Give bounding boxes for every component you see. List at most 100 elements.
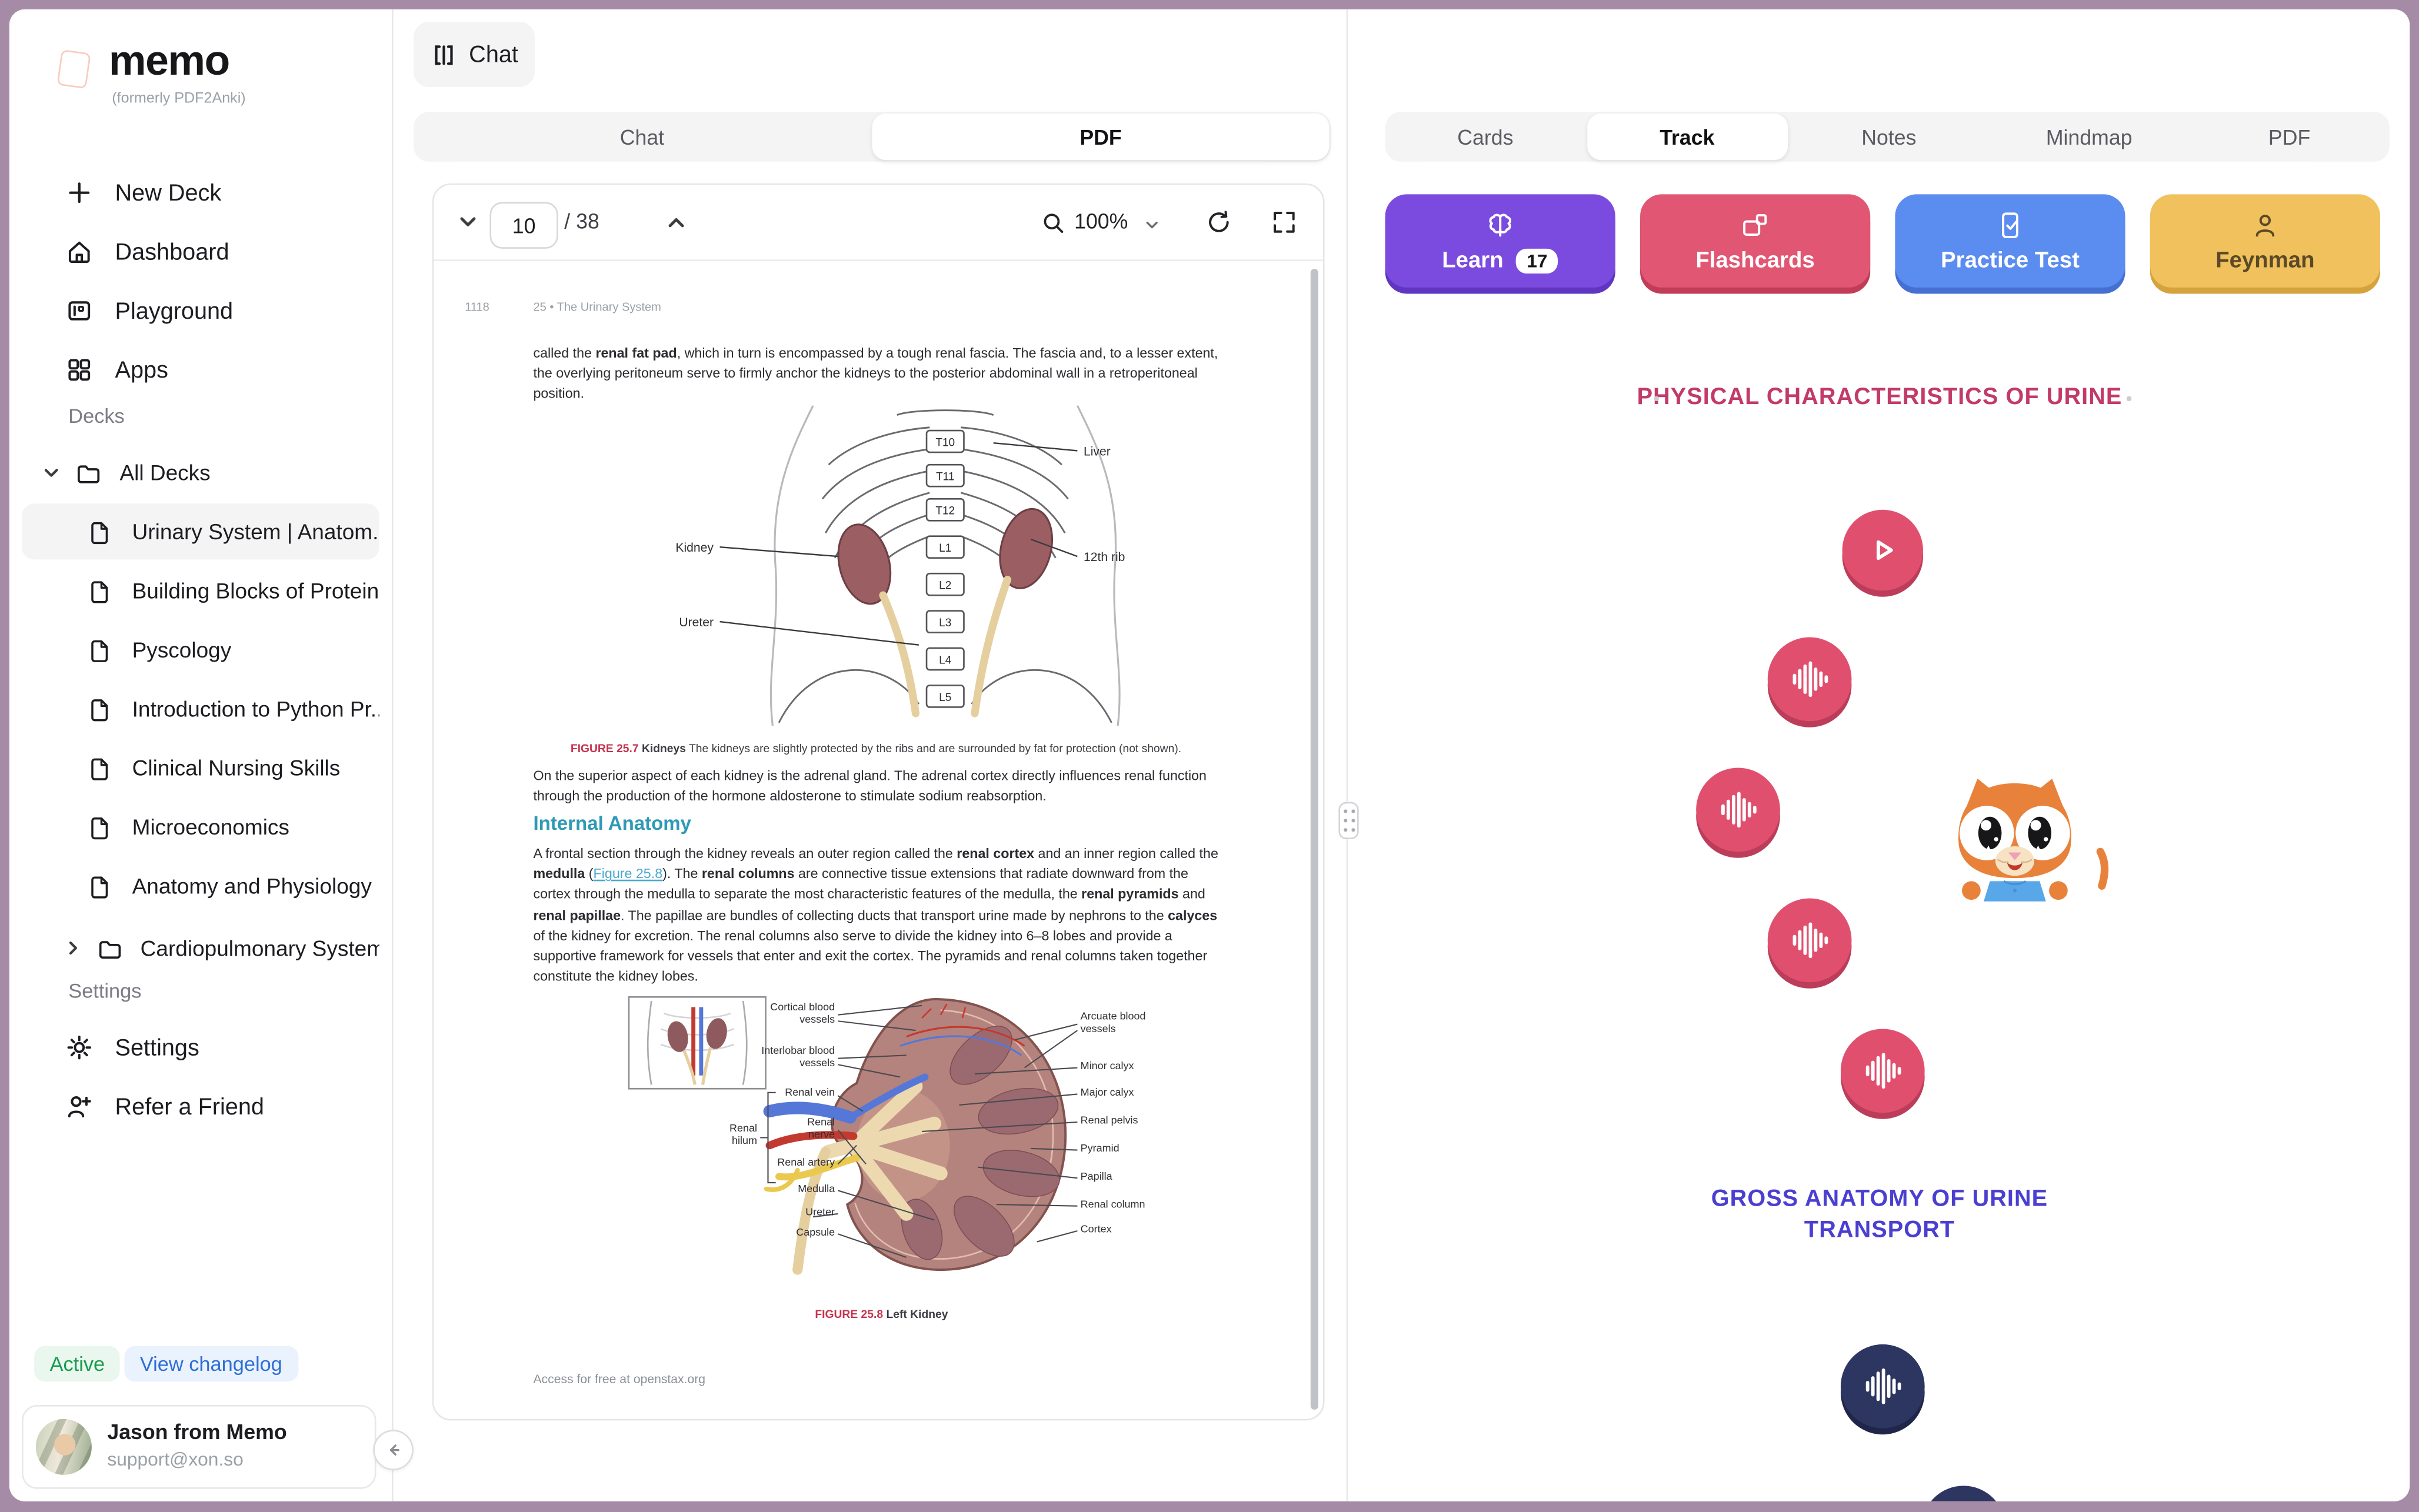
track-audio-node-dark[interactable] [1841,1344,1925,1428]
figure-25-7-caption: FIGURE 25.7 Kidneys The kidneys are slig… [571,742,1239,757]
deck-item-anatomy-physiology[interactable]: Anatomy and Physiology [22,858,379,914]
track-audio-node-dark[interactable] [1921,1486,2005,1501]
deck-item-label: Pyscology [132,637,232,662]
deck-item-urinary-system[interactable]: Urinary System | Anatom... [22,503,379,559]
fig2-label: Interlobar blood vessels [757,1046,835,1073]
settings-section-label: Settings [68,979,141,1003]
flashcards-button[interactable]: Flashcards [1640,194,1870,288]
path-dot [2127,396,2131,401]
page-number-input[interactable] [489,202,558,249]
flashcards-icon [1740,209,1771,240]
app-window: memo (formerly PDF2Anki) New Deck Dashbo… [9,9,2410,1501]
status-badge: Active [34,1346,120,1382]
fig2-label: Minor calyx [1081,1062,1174,1074]
tab-cards[interactable]: Cards [1385,112,1585,162]
file-icon [87,518,114,545]
waveform-icon [1862,1366,1903,1407]
user-email: support@xon.so [107,1448,243,1470]
vertebra-label: L3 [939,617,951,629]
deck-item-clinical-nursing[interactable]: Clinical Nursing Skills [22,740,379,796]
pdf-scrollbar[interactable] [1311,269,1318,1410]
tab-pdf[interactable]: PDF [2189,112,2389,162]
app-title: memo [109,37,229,85]
practice-test-label: Practice Test [1941,248,2080,273]
track-audio-node[interactable] [1768,898,1852,982]
waveform-icon [1862,1050,1903,1091]
sidebar-item-new-deck[interactable]: New Deck [31,165,370,221]
feynman-button[interactable]: Feynman [2150,194,2380,288]
pdf-footer: Access for free at openstax.org [533,1373,705,1387]
fig2-label: Papilla [1081,1172,1174,1185]
page-down-button[interactable] [455,210,480,235]
pdf-paragraph: called the renal fat pad, which in turn … [533,343,1227,405]
page-total-label: / 38 [564,210,599,233]
sidebar: memo (formerly PDF2Anki) New Deck Dashbo… [9,9,394,1501]
learn-button[interactable]: Learn17 [1385,194,1615,288]
figure-25-8: Cortical blood vessels Interlobar blood … [533,984,1230,1295]
panel-chat-icon [430,41,457,68]
deck-item-building-blocks[interactable]: Building Blocks of Proteins [22,563,379,619]
vertebra-label: L5 [939,692,951,704]
track-audio-node[interactable] [1841,1029,1925,1113]
sidebar-item-apps[interactable]: Apps [31,342,370,398]
collapse-sidebar-button[interactable] [373,1430,414,1470]
sidebar-item-all-decks[interactable]: All Decks [22,445,379,500]
view-changelog-link[interactable]: View changelog [124,1346,298,1382]
folder-icon [75,459,101,486]
fig2-label: Ureter [757,1207,835,1220]
fullscreen-icon[interactable] [1270,208,1298,236]
user-name: Jason from Memo [107,1420,286,1444]
track-audio-node[interactable] [1696,767,1780,852]
sidebar-item-cardiopulmonary-folder[interactable]: Cardiopulmonary System [22,920,379,976]
zoom-search-icon[interactable] [1040,210,1067,236]
track-audio-node[interactable] [1768,637,1852,722]
feynman-label: Feynman [2215,248,2314,273]
panel-resize-handle[interactable] [1338,802,1358,839]
deck-item-intro-python[interactable]: Introduction to Python Pr... [22,681,379,737]
user-card[interactable]: Jason from Memo support@xon.so [22,1405,376,1489]
zoom-level-label[interactable]: 100% [1074,210,1128,233]
tab-chat[interactable]: Chat [414,112,871,162]
sidebar-item-refer-a-friend[interactable]: Refer a Friend [31,1079,370,1134]
deck-item-pyscology[interactable]: Pyscology [22,622,379,677]
fig2-label: Renal artery [757,1158,835,1171]
vertebra-label: L4 [939,654,952,666]
sidebar-item-settings[interactable]: Settings [31,1020,370,1076]
deck-item-label: Urinary System | Anatom... [132,519,379,544]
zoom-chevron-icon[interactable] [1142,216,1161,235]
brain-icon [1485,209,1516,240]
sidebar-item-dashboard[interactable]: Dashboard [31,224,370,280]
deck-item-label: Clinical Nursing Skills [132,755,341,780]
checklist-icon [1995,209,2026,240]
pdf-running-head: 25 • The Urinary System [533,300,661,314]
fig2-label: Renal pelvis [1081,1116,1174,1129]
chat-toggle-button[interactable]: Chat [414,22,535,87]
practice-test-button[interactable]: Practice Test [1895,194,2125,288]
pdf-paragraph: On the superior aspect of each kidney is… [533,766,1227,807]
vertebra-label: T11 [936,471,954,483]
chat-toggle-label: Chat [469,41,518,68]
tab-notes[interactable]: Notes [1789,112,1989,162]
refresh-icon[interactable] [1205,208,1233,236]
tab-mindmap[interactable]: Mindmap [1989,112,2189,162]
memo-cards-icon [41,41,96,96]
waveform-icon [1718,789,1758,830]
fig1-label-kidney: Kidney [675,541,714,555]
app-subtitle: (formerly PDF2Anki) [112,90,245,107]
file-icon [87,873,114,899]
sidebar-item-label: Dashboard [115,239,229,265]
fig2-label: Capsule [757,1228,835,1241]
file-icon [87,813,114,840]
track-play-button[interactable] [1842,510,1923,590]
tab-pdf[interactable]: PDF [872,114,1330,160]
fig2-label: Renal vein [757,1088,835,1101]
sidebar-item-label: Refer a Friend [115,1093,264,1120]
deck-item-microeconomics[interactable]: Microeconomics [22,799,379,855]
tab-track[interactable]: Track [1587,114,1787,160]
pdf-page[interactable]: 1118 25 • The Urinary System called the … [434,259,1323,1418]
sidebar-item-playground[interactable]: Playground [31,283,370,339]
page-up-button[interactable] [664,210,688,235]
flashcards-label: Flashcards [1695,248,1814,273]
fig1-label-ureter: Ureter [679,616,714,629]
study-tabs: Cards Track Notes Mindmap PDF [1385,112,2390,162]
